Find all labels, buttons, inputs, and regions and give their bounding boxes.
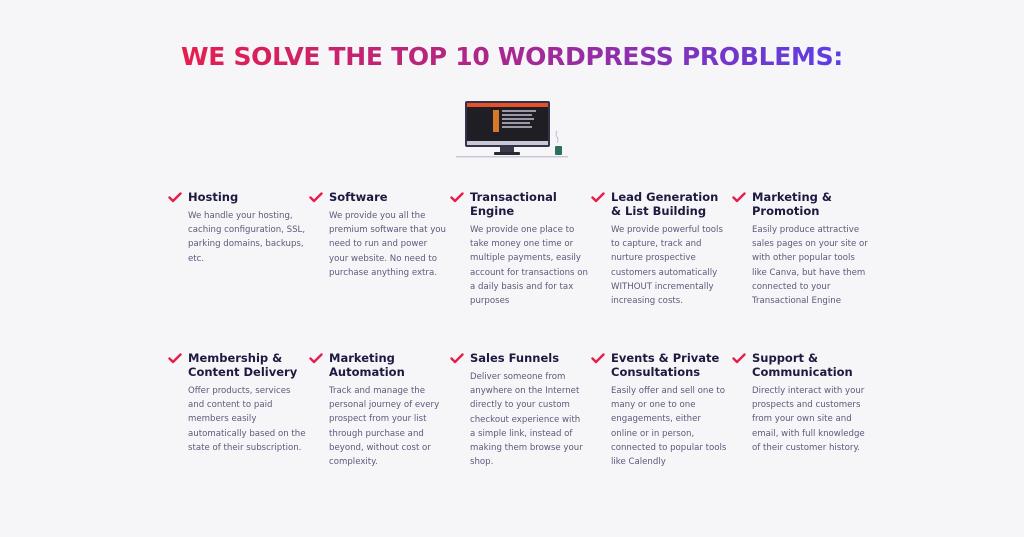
check-icon [591,353,605,364]
check-icon [732,353,746,364]
feature-description: We handle your hosting, caching configur… [188,211,306,264]
feature-sales-funnels: Sales Funnels Deliver someone from anywh… [450,351,591,469]
check-icon [309,353,323,364]
check-icon [168,353,182,364]
feature-hosting: Hosting We handle your hosting, caching … [168,190,309,351]
feature-marketing-promotion: Marketing & Promotion Easily produce att… [732,190,873,351]
headline-text: WE SOLVE THE TOP 10 WORDPRESS PROBLEMS: [181,42,843,71]
feature-transactional-engine: Transactional Engine We provide one plac… [450,190,591,351]
feature-title: Events & Private Consultations [611,351,720,379]
feature-title: Lead Generation & List Building [611,190,719,218]
feature-description: We provide you all the premium software … [329,211,447,278]
feature-membership: Membership & Content Delivery Offer prod… [168,351,309,469]
feature-software: Software We provide you all the premium … [309,190,450,351]
coffee-cup [555,146,562,155]
feature-description: Easily produce attractive sales pages on… [752,225,868,307]
feature-description: Track and manage the personal journey of… [329,386,440,468]
feature-marketing-automation: Marketing Automation Track and manage th… [309,351,450,469]
feature-title: Software [329,190,388,204]
monitor-with-coffee-icon [456,101,568,158]
feature-title: Sales Funnels [470,351,560,365]
feature-title: Membership & Content Delivery [188,351,298,379]
check-icon [591,192,605,203]
check-icon [732,192,746,203]
page-headline: WE SOLVE THE TOP 10 WORDPRESS PROBLEMS: [0,42,1024,71]
screen-header-bar [467,103,548,107]
check-icon [309,192,323,203]
feature-title: Marketing & Promotion [752,190,832,218]
feature-description: Deliver someone from anywhere on the Int… [470,372,583,468]
feature-support: Support & Communication Directly interac… [732,351,873,469]
monitor-base [494,152,520,155]
feature-title: Transactional Engine [470,190,557,218]
feature-title: Marketing Automation [329,351,405,379]
feature-description: Offer products, services and content to … [188,386,306,453]
feature-description: Directly interact with your prospects an… [752,386,865,453]
feature-events: Events & Private Consultations Easily of… [591,351,732,469]
feature-description: We provide powerful tools to capture, tr… [611,225,723,307]
feature-description: We provide one place to take money one t… [470,225,588,307]
feature-title: Hosting [188,190,239,204]
check-icon [168,192,182,203]
feature-lead-generation: Lead Generation & List Building We provi… [591,190,732,351]
feature-title: Support & Communication [752,351,853,379]
check-icon [450,192,464,203]
screen-figure [493,110,499,132]
feature-description: Easily offer and sell one to many or one… [611,386,727,468]
features-grid: Hosting We handle your hosting, caching … [168,190,873,469]
check-icon [450,353,464,364]
desk-line [456,156,568,158]
